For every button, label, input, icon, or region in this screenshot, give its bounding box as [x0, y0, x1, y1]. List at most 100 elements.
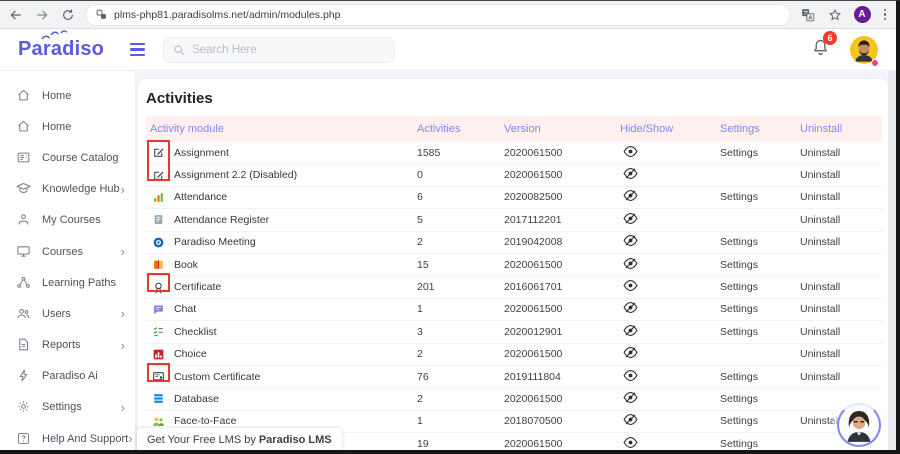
- uninstall-link[interactable]: Uninstall: [800, 348, 840, 360]
- settings-link[interactable]: Settings: [720, 393, 758, 405]
- sidebar-item-reports[interactable]: Reports›: [0, 330, 135, 361]
- eye-off-icon[interactable]: [616, 213, 716, 227]
- forward-icon[interactable]: [34, 7, 50, 23]
- settings-link[interactable]: Settings: [720, 281, 758, 293]
- activities-count: 1: [413, 303, 500, 315]
- module-name: Database: [174, 393, 219, 405]
- sidebar-item-label: Home: [42, 90, 71, 102]
- uninstall-link[interactable]: Uninstall: [800, 303, 840, 315]
- sidebar-item-course-catalog[interactable]: Course Catalog: [0, 142, 135, 173]
- bolt-icon: [16, 368, 32, 384]
- eye-off-icon[interactable]: [616, 347, 716, 361]
- chat-assistant-button[interactable]: [833, 399, 885, 451]
- page-title: Activities: [138, 79, 888, 116]
- search-input[interactable]: [192, 44, 362, 56]
- module-icon-meeting: [152, 236, 165, 249]
- search-bar[interactable]: [163, 37, 395, 63]
- activities-count: 2: [413, 393, 500, 405]
- settings-link[interactable]: Settings: [720, 371, 758, 383]
- uninstall-link[interactable]: Uninstall: [800, 281, 840, 293]
- uninstall-link[interactable]: Uninstall: [800, 147, 840, 159]
- settings-link[interactable]: Settings: [720, 303, 758, 315]
- eye-icon[interactable]: [616, 437, 716, 451]
- module-icon-book: [152, 258, 165, 271]
- notifications-bell-icon[interactable]: 6: [811, 38, 830, 62]
- activities-count: 19: [413, 438, 500, 450]
- module-icon-choice: [152, 348, 165, 361]
- promo-banner[interactable]: Get Your Free LMS by Paradiso LMS: [137, 428, 342, 451]
- sidebar-item-my-courses[interactable]: My Courses: [0, 205, 135, 236]
- scrollbar-track[interactable]: [888, 71, 896, 454]
- uninstall-link[interactable]: Uninstall: [800, 236, 840, 248]
- activities-count: 2: [413, 236, 500, 248]
- browser-menu-icon[interactable]: [882, 7, 889, 23]
- column-header-hide-show: Hide/Show: [616, 123, 716, 135]
- sidebar-item-courses[interactable]: Courses›: [0, 236, 135, 267]
- module-name: Attendance Register: [174, 214, 269, 226]
- eye-off-icon[interactable]: [616, 235, 716, 249]
- uninstall-link[interactable]: Uninstall: [800, 214, 840, 226]
- table-row: Checklist32020012901SettingsUninstall: [146, 321, 882, 343]
- activities-count: 76: [413, 371, 500, 383]
- gear-icon: [16, 399, 32, 415]
- settings-link[interactable]: Settings: [720, 415, 758, 427]
- sidebar-item-home[interactable]: Home: [0, 111, 135, 142]
- sidebar-item-label: Learning Paths: [42, 277, 116, 289]
- settings-link[interactable]: Settings: [720, 259, 758, 271]
- settings-link[interactable]: Settings: [720, 438, 758, 450]
- module-name: Book: [174, 259, 198, 271]
- sidebar-item-label: Reports: [42, 339, 81, 351]
- activities-count: 201: [413, 281, 500, 293]
- uninstall-link[interactable]: Uninstall: [800, 191, 840, 203]
- modules-table: Activity moduleActivitiesVersionHide/Sho…: [146, 116, 882, 454]
- uninstall-link[interactable]: Uninstall: [800, 371, 840, 383]
- reload-icon[interactable]: [60, 7, 76, 23]
- table-row: Assignment 2.2 (Disabled)02020061500Unin…: [146, 164, 882, 186]
- eye-off-icon[interactable]: [616, 258, 716, 272]
- site-info-icon: [96, 9, 107, 20]
- settings-link[interactable]: Settings: [720, 147, 758, 159]
- version-value: 2019042008: [500, 236, 616, 248]
- eye-off-icon[interactable]: [616, 302, 716, 316]
- address-bar[interactable]: plms-php81.paradisolms.net/admin/modules…: [86, 5, 790, 25]
- settings-link[interactable]: Settings: [720, 236, 758, 248]
- sidebar-item-users[interactable]: Users›: [0, 298, 135, 329]
- column-header-activities: Activities: [413, 123, 500, 135]
- sidebar-item-label: Paradiso Ai: [42, 370, 98, 382]
- sidebar-item-learning-paths[interactable]: Learning Paths: [0, 267, 135, 298]
- browser-profile-avatar[interactable]: A: [854, 6, 871, 23]
- eye-off-icon[interactable]: [616, 325, 716, 339]
- users-icon: [16, 306, 32, 322]
- bookmark-star-icon[interactable]: [827, 7, 843, 23]
- eye-icon[interactable]: [616, 280, 716, 294]
- uninstall-link[interactable]: Uninstall: [800, 326, 840, 338]
- hamburger-menu-icon[interactable]: [130, 43, 145, 56]
- uninstall-link[interactable]: Uninstall: [800, 169, 840, 181]
- home-icon: [16, 119, 32, 135]
- eye-icon[interactable]: [616, 370, 716, 384]
- module-icon-people: [152, 415, 165, 428]
- sidebar-item-knowledge-hub[interactable]: Knowledge Hub›: [0, 174, 135, 205]
- sidebar-item-home[interactable]: Home: [0, 80, 135, 111]
- eye-off-icon[interactable]: [616, 168, 716, 182]
- module-icon-edit: [152, 169, 165, 182]
- settings-link[interactable]: Settings: [720, 191, 758, 203]
- help-icon: [16, 431, 32, 447]
- paradiso-logo[interactable]: Paradiso: [18, 38, 104, 61]
- version-value: 2020061500: [500, 147, 616, 159]
- module-name: Assignment: [174, 147, 229, 159]
- sidebar-item-help-and-support[interactable]: Help And Support›: [0, 423, 135, 454]
- browser-toolbar: plms-php81.paradisolms.net/admin/modules…: [0, 1, 896, 29]
- eye-off-icon[interactable]: [616, 414, 716, 428]
- settings-link[interactable]: Settings: [720, 326, 758, 338]
- column-header-version: Version: [500, 123, 616, 135]
- activities-count: 2: [413, 348, 500, 360]
- eye-off-icon[interactable]: [616, 190, 716, 204]
- eye-off-icon[interactable]: [616, 392, 716, 406]
- back-icon[interactable]: [8, 7, 24, 23]
- module-name: Certificate: [174, 281, 221, 293]
- translate-icon[interactable]: [800, 7, 816, 23]
- eye-icon[interactable]: [616, 146, 716, 160]
- sidebar-item-paradiso-ai[interactable]: Paradiso Ai: [0, 361, 135, 392]
- sidebar-item-settings[interactable]: Settings›: [0, 392, 135, 423]
